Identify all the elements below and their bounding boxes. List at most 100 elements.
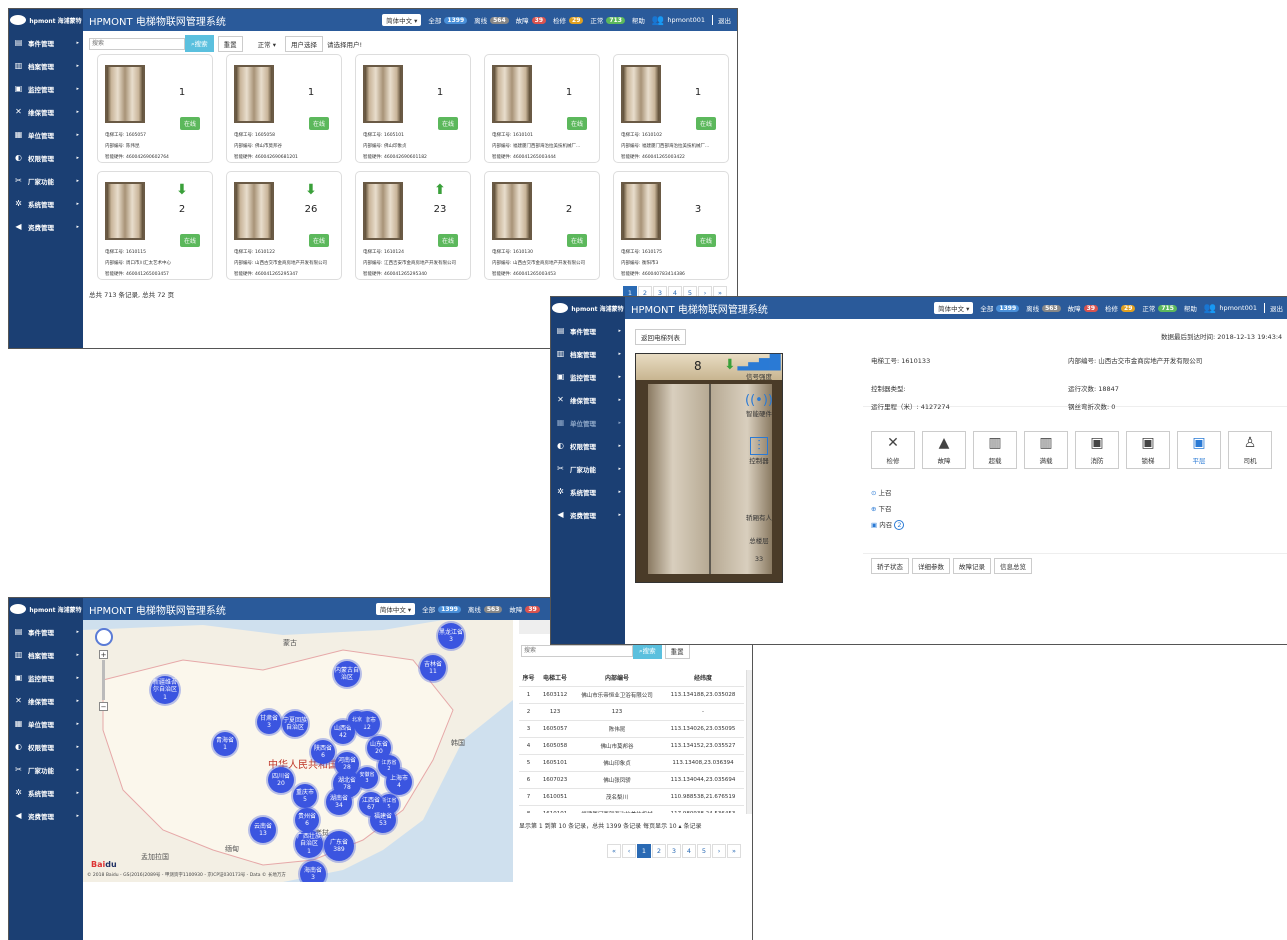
user-select-button[interactable]: 用户选择	[284, 35, 323, 52]
sidebar-item-6[interactable]: ✂ 厂家功能 ▸	[9, 758, 83, 781]
stat-offline[interactable]: 离线 564	[474, 15, 509, 25]
stat-fault[interactable]: 故障 39	[516, 15, 547, 25]
page-button[interactable]: 3	[667, 844, 681, 858]
map-cluster[interactable]: 宁夏回族自治区	[282, 711, 308, 737]
map-cluster[interactable]: 新疆维吾尔自治区 1	[151, 676, 179, 704]
user-menu[interactable]: 👥 hpmont001	[652, 15, 705, 26]
elevator-card[interactable]: 1 在线 电梯工号: 1605057 内部编号: 陈伟昆 智能硬件: 460042690…	[97, 54, 213, 163]
stat-fault[interactable]: 故障 39	[509, 604, 540, 614]
language-select[interactable]: 简体中文 ▾	[934, 302, 974, 314]
map-cluster[interactable]: 青海省 1	[213, 732, 237, 756]
stat-all[interactable]: 全部 1399	[428, 15, 468, 25]
elevator-card[interactable]: ⬇ 2 在线 电梯工号: 1610115 内部编号: 周口市川汇太艺术中心 智能硬件: 4…	[97, 171, 213, 280]
sidebar-item-8[interactable]: ◀ 资费管理 ▸	[9, 804, 83, 827]
sidebar-item-7[interactable]: ✲ 系统管理 ▸	[9, 192, 83, 215]
map-cluster[interactable]: 广西壮族自治区 1	[295, 830, 323, 858]
call-inner[interactable]: ▣ 内召 2	[871, 517, 905, 533]
sidebar-item-7[interactable]: ✲ 系统管理 ▸	[551, 480, 625, 503]
sidebar-item-3[interactable]: ✕ 维保管理 ▸	[9, 100, 83, 123]
stat-normal[interactable]: 正常 713	[590, 15, 625, 25]
elevator-card[interactable]: 1 在线 电梯工号: 1610101 内部编号: 福建厦门西部海治拉美技机械厂... 智…	[484, 54, 600, 163]
sidebar-item-1[interactable]: ▥ 档案管理 ▸	[551, 342, 625, 365]
search-input[interactable]	[89, 37, 185, 50]
sidebar-item-7[interactable]: ✲ 系统管理 ▸	[9, 781, 83, 804]
control-3[interactable]: ▥ 满载	[1024, 431, 1068, 469]
page-button[interactable]: ‹	[622, 844, 636, 858]
search-button[interactable]: ⌕搜索	[185, 35, 214, 52]
stat-fault[interactable]: 故障 39	[1068, 303, 1099, 313]
language-select[interactable]: 简体中文 ▾	[375, 603, 416, 615]
sidebar-item-6[interactable]: ✂ 厂家功能 ▸	[551, 457, 625, 480]
sidebar-item-2[interactable]: ▣ 监控管理 ▸	[551, 365, 625, 388]
control-2[interactable]: ▥ 超载	[973, 431, 1017, 469]
sidebar-item-2[interactable]: ▣ 监控管理 ▸	[9, 666, 83, 689]
zoom-in-button[interactable]: +	[99, 650, 108, 659]
sidebar-item-5[interactable]: ◐ 权限管理 ▸	[551, 434, 625, 457]
map-zoom-control[interactable]	[95, 628, 113, 646]
control-6[interactable]: ▣ 平层	[1177, 431, 1221, 469]
zoom-out-button[interactable]: −	[99, 702, 108, 711]
sidebar-item-5[interactable]: ◐ 权限管理 ▸	[9, 146, 83, 169]
reset-button[interactable]: 重置	[217, 35, 243, 52]
page-button[interactable]: 5	[697, 844, 711, 858]
tab-1[interactable]: 详细参数	[912, 558, 950, 574]
map-cluster[interactable]: 贵州省 6	[295, 808, 319, 832]
map-cluster[interactable]: 甘肃省 3	[257, 710, 281, 734]
help-link[interactable]: 帮助	[632, 15, 645, 25]
logout-link[interactable]: 退出	[712, 15, 731, 25]
sidebar-item-4[interactable]: ▦ 单位管理 ▸	[9, 123, 83, 146]
column-header[interactable]: 内部编号	[572, 669, 663, 687]
control-5[interactable]: ▣ 锁梯	[1126, 431, 1170, 469]
table-scrollbar[interactable]	[746, 670, 752, 814]
column-header[interactable]: 经纬度	[662, 669, 744, 687]
control-0[interactable]: ✕ 检修	[871, 431, 915, 469]
stat-all[interactable]: 全部 1399	[980, 303, 1020, 313]
table-row[interactable]: 2 123 123-	[519, 703, 744, 721]
page-button[interactable]: 1	[637, 844, 651, 858]
sidebar-item-8[interactable]: ◀ 资费管理 ▸	[551, 503, 625, 526]
map-cluster[interactable]: 上海市 4	[386, 769, 412, 795]
sidebar-item-1[interactable]: ▥ 档案管理 ▸	[9, 54, 83, 77]
map-cluster[interactable]: 湖南省 34	[326, 789, 352, 815]
call-up[interactable]: ⊙ 上召	[871, 485, 904, 501]
sidebar-item-0[interactable]: ▤ 事件管理 ▸	[551, 319, 625, 342]
sidebar-item-5[interactable]: ◐ 权限管理 ▸	[9, 735, 83, 758]
language-select[interactable]: 简体中文 ▾	[382, 14, 422, 26]
page-button[interactable]: »	[727, 844, 741, 858]
table-row[interactable]: 4 1605058 佛山市莫邦谷 113.134152,23.035527	[519, 737, 744, 755]
call-down[interactable]: ⊕ 下召	[871, 501, 904, 517]
map-cluster[interactable]: 内蒙古自治区	[334, 661, 360, 687]
page-button[interactable]: ›	[712, 844, 726, 858]
tab-3[interactable]: 信息总览	[994, 558, 1032, 574]
table-row[interactable]: 81610101福建厦门西部海治拉美技机械117.980938,24.53645…	[519, 805, 744, 813]
column-header[interactable]: 序号	[519, 669, 539, 687]
back-to-list-button[interactable]: 返回电梯列表	[635, 329, 686, 345]
zoom-slider[interactable]	[102, 660, 105, 700]
table-row[interactable]: 3 1605057 陈伟昆 113.134026,23.035095	[519, 720, 744, 738]
table-row[interactable]: 6 1607023 佛山张凤骄 113.134044,23.035694	[519, 771, 744, 789]
page-button[interactable]: 4	[682, 844, 696, 858]
stat-maint[interactable]: 检修 29	[1105, 303, 1136, 313]
map-cluster[interactable]: 安徽省 3	[356, 767, 378, 789]
table-row[interactable]: 1 1603112 佛山市乐帝恒业卫浴有限公司 113.134188,23.03502…	[519, 686, 744, 704]
elevator-card[interactable]: 1 在线 电梯工号: 1605058 内部编号: 佛山市莫邦谷 智能硬件: 460042…	[226, 54, 342, 163]
tab-2[interactable]: 故障记录	[953, 558, 991, 574]
elevator-card[interactable]: ⬇ 26 在线 电梯工号: 1610122 内部编号: 山西古交市金商房地产开发有限公司…	[226, 171, 342, 280]
map-canvas[interactable]: + − 蒙古韩国孟加拉国缅甸老挝越南 中华人民共和国 黑龙江省3吉林省11新疆维…	[83, 620, 513, 882]
sidebar-item-6[interactable]: ✂ 厂家功能 ▸	[9, 169, 83, 192]
map-cluster[interactable]: 陕西省 6	[311, 740, 335, 764]
map-cluster[interactable]: 北京	[348, 711, 366, 729]
sidebar-item-3[interactable]: ✕ 维保管理 ▸	[9, 689, 83, 712]
map-cluster[interactable]: 重庆市 5	[293, 784, 317, 808]
user-menu[interactable]: 👥 hpmont001	[1204, 303, 1257, 314]
stat-normal[interactable]: 正常 715	[1142, 303, 1177, 313]
sidebar-item-3[interactable]: ✕ 维保管理 ▸	[551, 388, 625, 411]
stat-maint[interactable]: 检修 29	[553, 15, 584, 25]
stat-all[interactable]: 全部 1399	[422, 604, 461, 614]
map-cluster[interactable]: 广东省 389	[324, 831, 354, 861]
map-cluster[interactable]: 福建省 53	[370, 807, 396, 833]
page-button[interactable]: «	[607, 844, 621, 858]
map-search-input[interactable]	[521, 644, 633, 657]
elevator-card[interactable]: 3 在线 电梯工号: 1610175 内部编号: 衡阳市3 智能硬件: 46004078…	[613, 171, 729, 280]
sidebar-item-4[interactable]: ▦ 单位管理 ▸	[551, 411, 625, 434]
